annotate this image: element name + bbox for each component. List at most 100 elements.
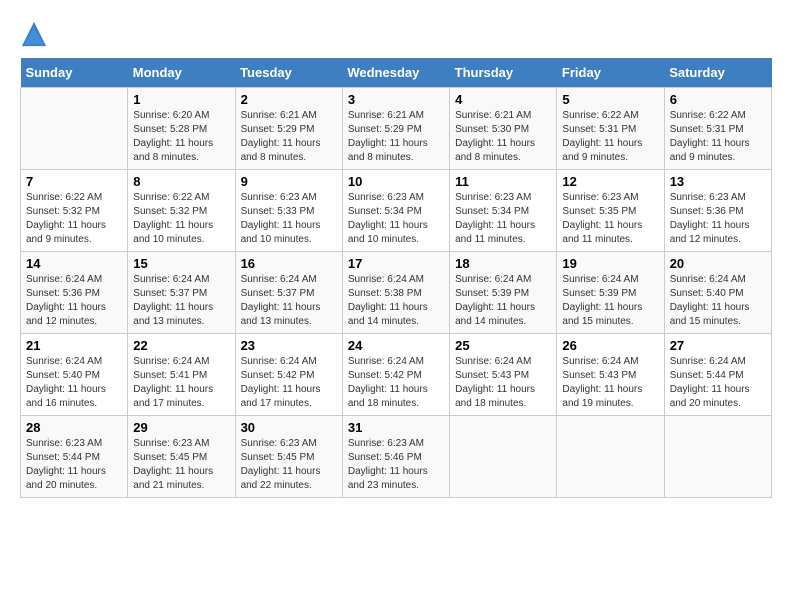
- day-info: Sunrise: 6:23 AMSunset: 5:44 PMDaylight:…: [26, 438, 106, 491]
- day-number: 15: [133, 256, 229, 271]
- day-number: 26: [562, 338, 658, 353]
- week-row-4: 21 Sunrise: 6:24 AMSunset: 5:40 PMDaylig…: [21, 334, 772, 416]
- day-cell: 2 Sunrise: 6:21 AMSunset: 5:29 PMDayligh…: [235, 88, 342, 170]
- day-header-wednesday: Wednesday: [342, 58, 449, 88]
- day-info: Sunrise: 6:24 AMSunset: 5:40 PMDaylight:…: [26, 356, 106, 409]
- day-cell: 16 Sunrise: 6:24 AMSunset: 5:37 PMDaylig…: [235, 252, 342, 334]
- day-number: 28: [26, 420, 122, 435]
- day-info: Sunrise: 6:23 AMSunset: 5:34 PMDaylight:…: [455, 192, 535, 245]
- day-number: 20: [670, 256, 766, 271]
- day-info: Sunrise: 6:24 AMSunset: 5:37 PMDaylight:…: [241, 274, 321, 327]
- day-cell: 25 Sunrise: 6:24 AMSunset: 5:43 PMDaylig…: [450, 334, 557, 416]
- day-number: 10: [348, 174, 444, 189]
- day-header-thursday: Thursday: [450, 58, 557, 88]
- day-number: 13: [670, 174, 766, 189]
- day-cell: 20 Sunrise: 6:24 AMSunset: 5:40 PMDaylig…: [664, 252, 771, 334]
- day-info: Sunrise: 6:23 AMSunset: 5:36 PMDaylight:…: [670, 192, 750, 245]
- day-number: 14: [26, 256, 122, 271]
- day-info: Sunrise: 6:24 AMSunset: 5:36 PMDaylight:…: [26, 274, 106, 327]
- day-number: 27: [670, 338, 766, 353]
- day-number: 24: [348, 338, 444, 353]
- day-cell: 22 Sunrise: 6:24 AMSunset: 5:41 PMDaylig…: [128, 334, 235, 416]
- day-number: 21: [26, 338, 122, 353]
- week-row-5: 28 Sunrise: 6:23 AMSunset: 5:44 PMDaylig…: [21, 416, 772, 498]
- day-info: Sunrise: 6:24 AMSunset: 5:42 PMDaylight:…: [348, 356, 428, 409]
- day-info: Sunrise: 6:21 AMSunset: 5:29 PMDaylight:…: [241, 110, 321, 163]
- day-info: Sunrise: 6:24 AMSunset: 5:38 PMDaylight:…: [348, 274, 428, 327]
- day-header-row: SundayMondayTuesdayWednesdayThursdayFrid…: [21, 58, 772, 88]
- day-number: 19: [562, 256, 658, 271]
- day-cell: 29 Sunrise: 6:23 AMSunset: 5:45 PMDaylig…: [128, 416, 235, 498]
- day-info: Sunrise: 6:24 AMSunset: 5:37 PMDaylight:…: [133, 274, 213, 327]
- day-cell: 31 Sunrise: 6:23 AMSunset: 5:46 PMDaylig…: [342, 416, 449, 498]
- day-cell: 28 Sunrise: 6:23 AMSunset: 5:44 PMDaylig…: [21, 416, 128, 498]
- day-cell: 21 Sunrise: 6:24 AMSunset: 5:40 PMDaylig…: [21, 334, 128, 416]
- day-info: Sunrise: 6:21 AMSunset: 5:30 PMDaylight:…: [455, 110, 535, 163]
- day-cell: [557, 416, 664, 498]
- day-info: Sunrise: 6:24 AMSunset: 5:39 PMDaylight:…: [455, 274, 535, 327]
- day-info: Sunrise: 6:24 AMSunset: 5:39 PMDaylight:…: [562, 274, 642, 327]
- day-number: 1: [133, 92, 229, 107]
- day-cell: [450, 416, 557, 498]
- day-number: 23: [241, 338, 337, 353]
- day-info: Sunrise: 6:22 AMSunset: 5:31 PMDaylight:…: [670, 110, 750, 163]
- day-number: 25: [455, 338, 551, 353]
- day-number: 2: [241, 92, 337, 107]
- day-cell: [664, 416, 771, 498]
- day-number: 16: [241, 256, 337, 271]
- day-number: 30: [241, 420, 337, 435]
- day-info: Sunrise: 6:22 AMSunset: 5:31 PMDaylight:…: [562, 110, 642, 163]
- day-number: 18: [455, 256, 551, 271]
- day-cell: 4 Sunrise: 6:21 AMSunset: 5:30 PMDayligh…: [450, 88, 557, 170]
- day-info: Sunrise: 6:23 AMSunset: 5:45 PMDaylight:…: [241, 438, 321, 491]
- day-cell: 27 Sunrise: 6:24 AMSunset: 5:44 PMDaylig…: [664, 334, 771, 416]
- day-cell: 7 Sunrise: 6:22 AMSunset: 5:32 PMDayligh…: [21, 170, 128, 252]
- day-cell: 23 Sunrise: 6:24 AMSunset: 5:42 PMDaylig…: [235, 334, 342, 416]
- day-cell: 1 Sunrise: 6:20 AMSunset: 5:28 PMDayligh…: [128, 88, 235, 170]
- day-header-saturday: Saturday: [664, 58, 771, 88]
- day-info: Sunrise: 6:23 AMSunset: 5:45 PMDaylight:…: [133, 438, 213, 491]
- day-cell: 26 Sunrise: 6:24 AMSunset: 5:43 PMDaylig…: [557, 334, 664, 416]
- day-number: 12: [562, 174, 658, 189]
- day-cell: 9 Sunrise: 6:23 AMSunset: 5:33 PMDayligh…: [235, 170, 342, 252]
- day-number: 3: [348, 92, 444, 107]
- day-cell: 30 Sunrise: 6:23 AMSunset: 5:45 PMDaylig…: [235, 416, 342, 498]
- day-number: 9: [241, 174, 337, 189]
- day-info: Sunrise: 6:24 AMSunset: 5:41 PMDaylight:…: [133, 356, 213, 409]
- logo: [20, 20, 52, 48]
- day-cell: 10 Sunrise: 6:23 AMSunset: 5:34 PMDaylig…: [342, 170, 449, 252]
- day-info: Sunrise: 6:22 AMSunset: 5:32 PMDaylight:…: [133, 192, 213, 245]
- day-info: Sunrise: 6:22 AMSunset: 5:32 PMDaylight:…: [26, 192, 106, 245]
- day-header-tuesday: Tuesday: [235, 58, 342, 88]
- day-cell: 17 Sunrise: 6:24 AMSunset: 5:38 PMDaylig…: [342, 252, 449, 334]
- day-cell: 15 Sunrise: 6:24 AMSunset: 5:37 PMDaylig…: [128, 252, 235, 334]
- day-info: Sunrise: 6:23 AMSunset: 5:33 PMDaylight:…: [241, 192, 321, 245]
- day-number: 8: [133, 174, 229, 189]
- day-cell: 24 Sunrise: 6:24 AMSunset: 5:42 PMDaylig…: [342, 334, 449, 416]
- day-header-friday: Friday: [557, 58, 664, 88]
- day-number: 31: [348, 420, 444, 435]
- day-cell: 18 Sunrise: 6:24 AMSunset: 5:39 PMDaylig…: [450, 252, 557, 334]
- day-info: Sunrise: 6:24 AMSunset: 5:40 PMDaylight:…: [670, 274, 750, 327]
- day-header-monday: Monday: [128, 58, 235, 88]
- calendar-table: SundayMondayTuesdayWednesdayThursdayFrid…: [20, 58, 772, 498]
- day-info: Sunrise: 6:24 AMSunset: 5:43 PMDaylight:…: [562, 356, 642, 409]
- week-row-3: 14 Sunrise: 6:24 AMSunset: 5:36 PMDaylig…: [21, 252, 772, 334]
- week-row-1: 1 Sunrise: 6:20 AMSunset: 5:28 PMDayligh…: [21, 88, 772, 170]
- day-info: Sunrise: 6:23 AMSunset: 5:46 PMDaylight:…: [348, 438, 428, 491]
- page-header: [20, 20, 772, 48]
- day-info: Sunrise: 6:20 AMSunset: 5:28 PMDaylight:…: [133, 110, 213, 163]
- week-row-2: 7 Sunrise: 6:22 AMSunset: 5:32 PMDayligh…: [21, 170, 772, 252]
- day-info: Sunrise: 6:23 AMSunset: 5:35 PMDaylight:…: [562, 192, 642, 245]
- day-cell: 5 Sunrise: 6:22 AMSunset: 5:31 PMDayligh…: [557, 88, 664, 170]
- day-info: Sunrise: 6:21 AMSunset: 5:29 PMDaylight:…: [348, 110, 428, 163]
- day-number: 6: [670, 92, 766, 107]
- day-number: 29: [133, 420, 229, 435]
- logo-icon: [20, 20, 48, 48]
- day-cell: 19 Sunrise: 6:24 AMSunset: 5:39 PMDaylig…: [557, 252, 664, 334]
- day-info: Sunrise: 6:23 AMSunset: 5:34 PMDaylight:…: [348, 192, 428, 245]
- day-header-sunday: Sunday: [21, 58, 128, 88]
- day-cell: 12 Sunrise: 6:23 AMSunset: 5:35 PMDaylig…: [557, 170, 664, 252]
- day-number: 5: [562, 92, 658, 107]
- day-cell: 6 Sunrise: 6:22 AMSunset: 5:31 PMDayligh…: [664, 88, 771, 170]
